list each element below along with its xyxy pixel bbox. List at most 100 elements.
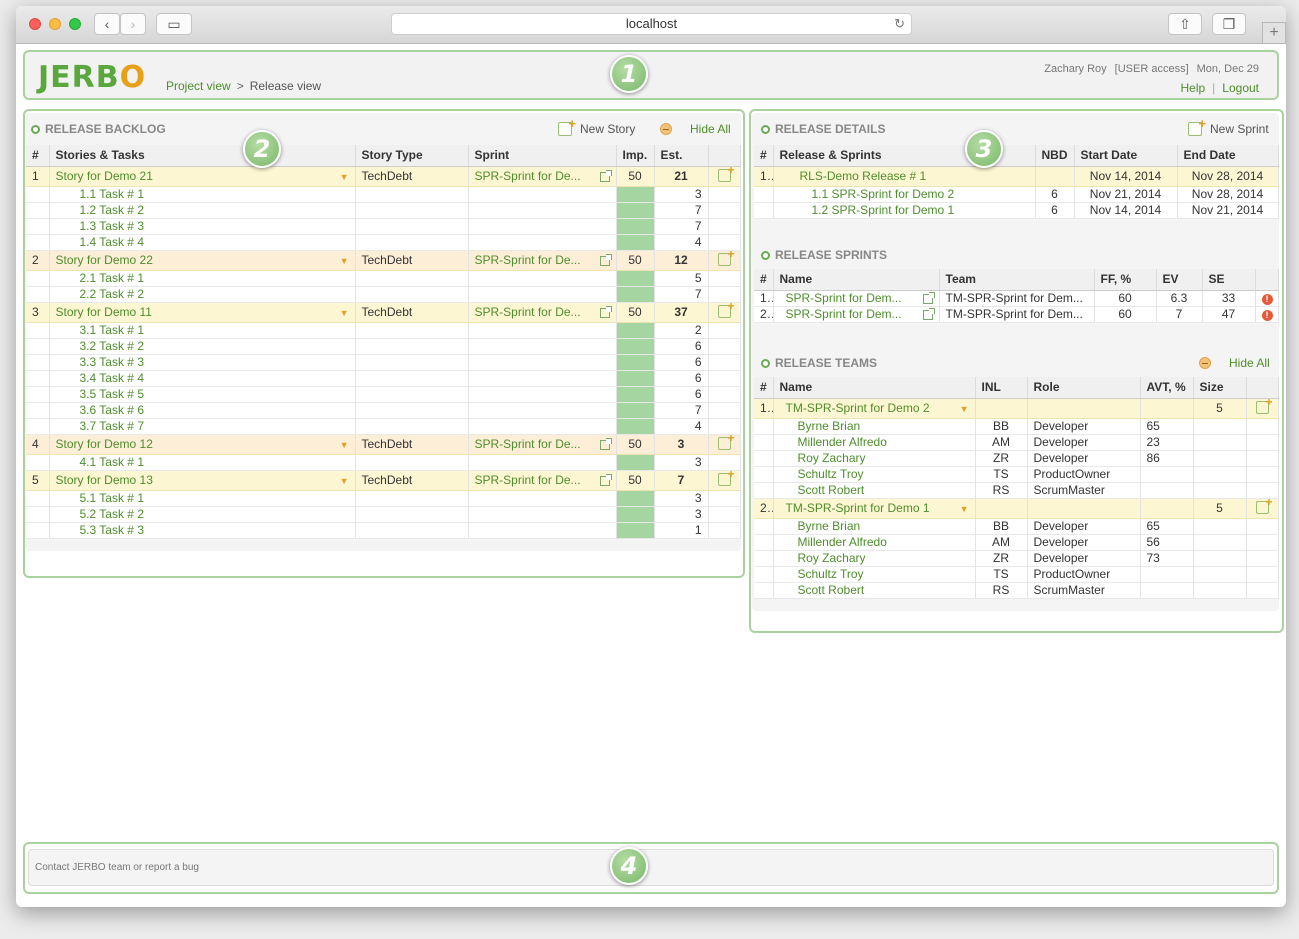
story-sprint-text[interactable]: SPR-Sprint for De... xyxy=(475,473,581,487)
task-row[interactable]: 5.3 Task # 3 1 xyxy=(26,522,741,539)
column-header[interactable]: Role xyxy=(1027,377,1141,399)
warning-icon[interactable]: ! xyxy=(1261,294,1273,305)
share-button[interactable]: ⇧ xyxy=(1168,13,1202,35)
task-name[interactable]: 3.3 Task # 3 xyxy=(49,354,356,371)
sprint-name[interactable]: SPR-Sprint for Dem... xyxy=(773,290,940,307)
team-name[interactable]: TM-SPR-Sprint for Demo 2 ▼ xyxy=(773,398,976,419)
sprint-detail-name[interactable]: 1.2 SPR-Sprint for Demo 1 xyxy=(773,202,1036,219)
team-edit-cell[interactable] xyxy=(1246,398,1279,419)
member-name[interactable]: Schultz Troy xyxy=(773,566,976,583)
task-row[interactable]: 1.1 Task # 1 3 xyxy=(26,186,741,203)
story-name[interactable]: Story for Demo 12 ▼ xyxy=(49,434,356,455)
column-header[interactable]: End Date xyxy=(1177,145,1279,167)
task-name[interactable]: 3.6 Task # 6 xyxy=(49,402,356,419)
story-sprint[interactable]: SPR-Sprint for De... xyxy=(468,250,617,271)
teams-hide-all-button[interactable]: Hide All xyxy=(1199,356,1270,370)
team-name[interactable]: TM-SPR-Sprint for Demo 1 ▼ xyxy=(773,498,976,519)
column-header[interactable]: AVT, % xyxy=(1140,377,1194,399)
story-sprint-text[interactable]: SPR-Sprint for De... xyxy=(475,253,581,267)
column-header[interactable]: INL xyxy=(975,377,1028,399)
footer-contact-link[interactable]: Contact JERBO team or report a bug xyxy=(28,849,1274,886)
task-row[interactable]: 4.1 Task # 1 3 xyxy=(26,454,741,471)
column-header[interactable]: Name xyxy=(773,269,940,291)
jerbo-logo[interactable]: JERBO xyxy=(38,60,146,95)
column-header[interactable]: # xyxy=(754,269,774,291)
team-row[interactable]: 2 TM-SPR-Sprint for Demo 1 ▼ 5 xyxy=(754,498,1279,519)
member-name[interactable]: Millender Alfredo xyxy=(773,534,976,551)
story-name[interactable]: Story for Demo 22 ▼ xyxy=(49,250,356,271)
external-link-icon[interactable] xyxy=(922,308,935,320)
sprint-name-text[interactable]: SPR-Sprint for Dem... xyxy=(786,291,902,305)
member-row[interactable]: Scott Robert RS ScrumMaster xyxy=(754,482,1279,499)
task-name[interactable]: 3.1 Task # 1 xyxy=(49,322,356,339)
task-row[interactable]: 5.1 Task # 1 3 xyxy=(26,490,741,507)
task-row[interactable]: 1.4 Task # 4 4 xyxy=(26,234,741,251)
story-sprint-text[interactable]: SPR-Sprint for De... xyxy=(475,305,581,319)
dropdown-arrow-icon[interactable]: ▼ xyxy=(340,256,349,266)
column-header[interactable]: Est. xyxy=(654,145,709,167)
member-row[interactable]: Byrne Brian BB Developer 65 xyxy=(754,418,1279,435)
column-header[interactable]: # xyxy=(26,145,50,167)
column-header[interactable]: SE xyxy=(1202,269,1256,291)
breadcrumb-project-view[interactable]: Project view xyxy=(166,79,231,93)
story-name[interactable]: Story for Demo 11 ▼ xyxy=(49,302,356,323)
dropdown-arrow-icon[interactable]: ▼ xyxy=(960,404,969,414)
column-header[interactable]: Story Type xyxy=(355,145,469,167)
zoom-window-button[interactable] xyxy=(69,18,81,30)
edit-story-icon[interactable] xyxy=(717,166,735,182)
member-row[interactable]: Schultz Troy TS ProductOwner xyxy=(754,566,1279,583)
story-importance[interactable]: 50 xyxy=(616,470,655,491)
task-name[interactable]: 5.2 Task # 2 xyxy=(49,506,356,523)
story-sprint-text[interactable]: SPR-Sprint for De... xyxy=(475,437,581,451)
edit-team-icon[interactable] xyxy=(1255,398,1273,414)
minimize-window-button[interactable] xyxy=(49,18,61,30)
task-name[interactable]: 4.1 Task # 1 xyxy=(49,454,356,471)
sprint-row[interactable]: 1 SPR-Sprint for Dem... TM-SPR-Sprint for … xyxy=(754,290,1279,307)
story-sprint[interactable]: SPR-Sprint for De... xyxy=(468,166,617,187)
external-link-icon[interactable] xyxy=(599,474,612,486)
new-sprint-button[interactable]: New Sprint xyxy=(1188,116,1269,136)
story-row[interactable]: 1 Story for Demo 21 ▼ TechDebt SPR-Sprint fo… xyxy=(26,166,741,187)
dropdown-arrow-icon[interactable]: ▼ xyxy=(340,172,349,182)
column-header[interactable]: NBD xyxy=(1035,145,1075,167)
story-row[interactable]: 3 Story for Demo 11 ▼ TechDebt SPR-Sprint fo… xyxy=(26,302,741,323)
column-header[interactable]: Sprint xyxy=(468,145,617,167)
member-name[interactable]: Byrne Brian xyxy=(773,418,976,435)
task-name[interactable]: 1.1 Task # 1 xyxy=(49,186,356,203)
back-button[interactable]: ‹ xyxy=(94,13,120,35)
task-row[interactable]: 3.7 Task # 7 4 xyxy=(26,418,741,435)
release-name[interactable]: RLS-Demo Release # 1 xyxy=(773,166,1036,187)
dropdown-arrow-icon[interactable]: ▼ xyxy=(960,504,969,514)
hide-all-button[interactable]: Hide All xyxy=(660,122,731,136)
column-header[interactable]: Start Date xyxy=(1074,145,1178,167)
sprint-row[interactable]: 2 SPR-Sprint for Dem... TM-SPR-Sprint for … xyxy=(754,306,1279,323)
member-name[interactable]: Byrne Brian xyxy=(773,518,976,535)
story-edit-cell[interactable] xyxy=(708,166,741,187)
story-row[interactable]: 2 Story for Demo 22 ▼ TechDebt SPR-Sprint fo… xyxy=(26,250,741,271)
release-row[interactable]: 1 RLS-Demo Release # 1 Nov 14, 2014 Nov 28,… xyxy=(754,166,1279,187)
edit-story-icon[interactable] xyxy=(717,470,735,486)
edit-story-icon[interactable] xyxy=(717,250,735,266)
task-row[interactable]: 3.1 Task # 1 2 xyxy=(26,322,741,339)
story-importance[interactable]: 50 xyxy=(616,250,655,271)
story-name-text[interactable]: Story for Demo 22 xyxy=(56,253,153,267)
story-row[interactable]: 5 Story for Demo 13 ▼ TechDebt SPR-Sprint fo… xyxy=(26,470,741,491)
story-sprint-text[interactable]: SPR-Sprint for De... xyxy=(475,169,581,183)
task-name[interactable]: 3.2 Task # 2 xyxy=(49,338,356,355)
story-name-text[interactable]: Story for Demo 12 xyxy=(56,437,153,451)
warning-icon[interactable]: ! xyxy=(1261,310,1273,321)
sprint-detail-row[interactable]: 1.1 SPR-Sprint for Demo 2 6 Nov 21, 2014 No… xyxy=(754,186,1279,203)
member-name[interactable]: Millender Alfredo xyxy=(773,434,976,451)
member-row[interactable]: Byrne Brian BB Developer 65 xyxy=(754,518,1279,535)
help-link[interactable]: Help xyxy=(1180,81,1205,95)
member-row[interactable]: Millender Alfredo AM Developer 56 xyxy=(754,534,1279,551)
task-row[interactable]: 1.2 Task # 2 7 xyxy=(26,202,741,219)
column-header[interactable]: Imp. xyxy=(616,145,655,167)
dropdown-arrow-icon[interactable]: ▼ xyxy=(340,308,349,318)
column-header[interactable]: Stories & Tasks xyxy=(49,145,356,167)
sprint-name-text[interactable]: SPR-Sprint for Dem... xyxy=(786,307,902,321)
external-link-icon[interactable] xyxy=(599,170,612,182)
task-name[interactable]: 5.3 Task # 3 xyxy=(49,522,356,539)
task-name[interactable]: 3.4 Task # 4 xyxy=(49,370,356,387)
task-name[interactable]: 5.1 Task # 1 xyxy=(49,490,356,507)
